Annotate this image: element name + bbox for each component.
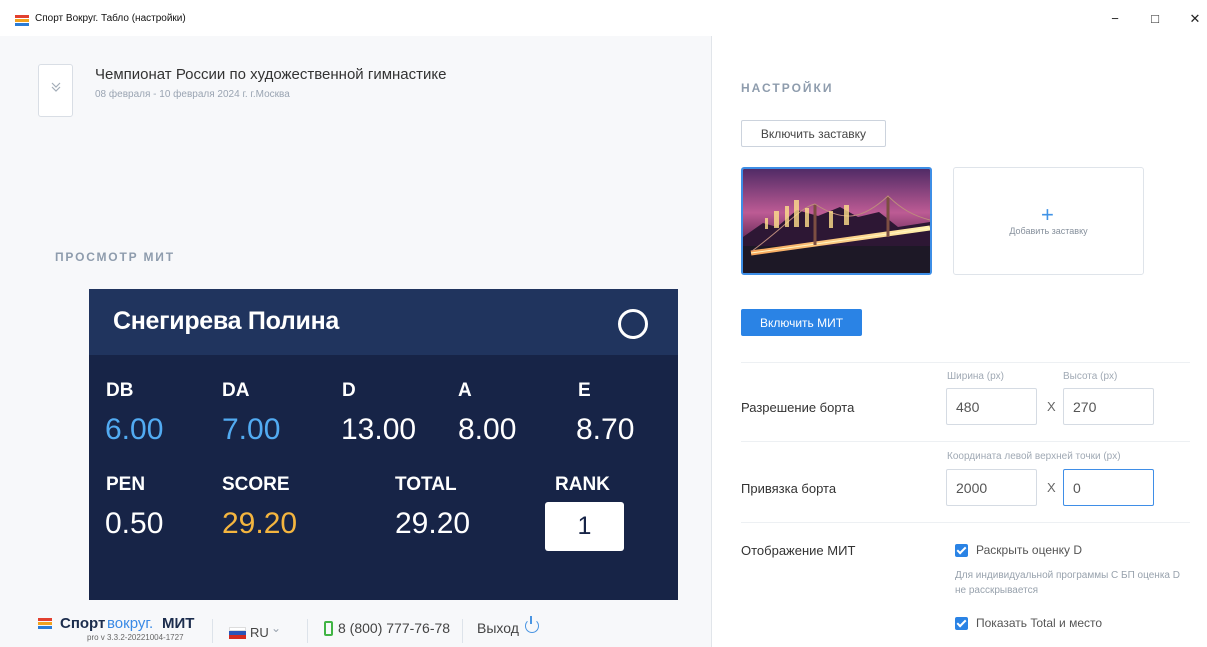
binding-label: Привязка борта xyxy=(741,481,837,496)
board-y-input[interactable] xyxy=(1063,469,1154,506)
minimize-button[interactable]: − xyxy=(1101,9,1129,29)
reveal-d-label[interactable]: Раскрыть оценку D xyxy=(976,543,1082,557)
board-x-input[interactable] xyxy=(946,469,1037,506)
russia-flag-icon xyxy=(229,627,246,639)
window-title-bar: Спорт Вокруг. Табло (настройки) − □ ✕ xyxy=(0,0,1207,36)
score-value: 29.20 xyxy=(222,507,298,540)
rank-value: 1 xyxy=(545,502,624,551)
enable-mit-button[interactable]: Включить МИТ xyxy=(741,309,862,336)
settings-title: НАСТРОЙКИ xyxy=(741,81,834,95)
db-value: 6.00 xyxy=(105,413,164,446)
da-value: 7.00 xyxy=(222,413,281,446)
preview-section-title: ПРОСМОТР МИТ xyxy=(55,250,175,264)
db-label: DB xyxy=(106,380,134,401)
support-phone[interactable]: 8 (800) 777-76-78 xyxy=(338,620,450,636)
settings-divider xyxy=(741,362,1190,363)
board-height-input[interactable] xyxy=(1063,388,1154,425)
reveal-d-checkbox[interactable] xyxy=(955,544,968,557)
chevron-down-icon: ⌄ xyxy=(271,621,282,635)
pen-label: PEN xyxy=(106,474,146,495)
footer-bar: Спорт вокруг. МИТ pro v 3.3.2-20221004-1… xyxy=(0,607,711,647)
brand-sport: Спорт xyxy=(60,615,106,632)
resolution-label: Разрешение борта xyxy=(741,400,855,415)
footer-divider xyxy=(462,619,463,643)
display-label: Отображение МИТ xyxy=(741,543,856,558)
board-width-input[interactable] xyxy=(946,388,1037,425)
total-label: TOTAL xyxy=(395,474,457,495)
pen-value: 0.50 xyxy=(105,507,164,540)
rank-label: RANK xyxy=(555,474,610,495)
binding-separator: X xyxy=(1047,480,1056,495)
chevron-down-icon xyxy=(50,81,62,96)
footer-divider xyxy=(212,619,213,643)
show-total-checkbox[interactable] xyxy=(955,617,968,630)
reveal-d-note: Для индивидуальной программы С БП оценка… xyxy=(955,570,1180,596)
footer-divider xyxy=(307,619,308,643)
event-title: Чемпионат России по художественной гимна… xyxy=(95,66,447,83)
app-icon xyxy=(15,15,29,26)
a-value: 8.00 xyxy=(458,413,517,446)
brand-around: вокруг. xyxy=(107,615,154,632)
event-date: 08 февраля - 10 февраля 2024 г. г.Москва xyxy=(95,89,290,100)
settings-divider xyxy=(741,441,1190,442)
da-label: DA xyxy=(222,380,250,401)
score-label: SCORE xyxy=(222,474,290,495)
brand-mit: МИТ xyxy=(162,615,195,632)
status-circle-icon xyxy=(618,309,648,339)
height-hint: Высота (px) xyxy=(1063,371,1118,382)
version-label: pro v 3.3.2-20221004-1727 xyxy=(87,633,184,642)
add-screensaver-label: Добавить заставку xyxy=(1009,226,1088,236)
maximize-button[interactable]: □ xyxy=(1141,9,1169,29)
language-selector[interactable]: RU xyxy=(250,625,269,640)
e-label: E xyxy=(578,380,591,401)
resolution-separator: X xyxy=(1047,399,1056,414)
d-label: D xyxy=(342,380,356,401)
add-screensaver-button[interactable]: + Добавить заставку xyxy=(953,167,1144,275)
power-icon[interactable] xyxy=(525,616,539,633)
close-button[interactable]: ✕ xyxy=(1181,9,1207,29)
enable-screensaver-button[interactable]: Включить заставку xyxy=(741,120,886,147)
event-toggle-button[interactable] xyxy=(38,64,73,117)
binding-hint: Координата левой верхней точки (px) xyxy=(947,451,1121,462)
e-value: 8.70 xyxy=(576,413,635,446)
settings-divider xyxy=(741,522,1190,523)
d-value: 13.00 xyxy=(341,413,417,446)
width-hint: Ширина (px) xyxy=(947,371,1004,382)
window-title: Спорт Вокруг. Табло (настройки) xyxy=(35,13,186,24)
screensaver-thumbnail[interactable] xyxy=(741,167,932,275)
logout-link[interactable]: Выход xyxy=(477,620,519,636)
logo-icon xyxy=(38,618,52,630)
total-value: 29.20 xyxy=(395,507,471,540)
show-total-label[interactable]: Показать Total и место xyxy=(976,616,1102,630)
athlete-name: Снегирева Полина xyxy=(113,307,339,335)
a-label: A xyxy=(458,380,472,401)
phone-icon xyxy=(324,621,333,636)
scoreboard-header: Снегирева Полина xyxy=(89,289,678,355)
mit-scoreboard: Снегирева Полина DB 6.00 DA 7.00 D 13.00… xyxy=(89,289,678,600)
plus-icon: + xyxy=(1041,202,1054,227)
